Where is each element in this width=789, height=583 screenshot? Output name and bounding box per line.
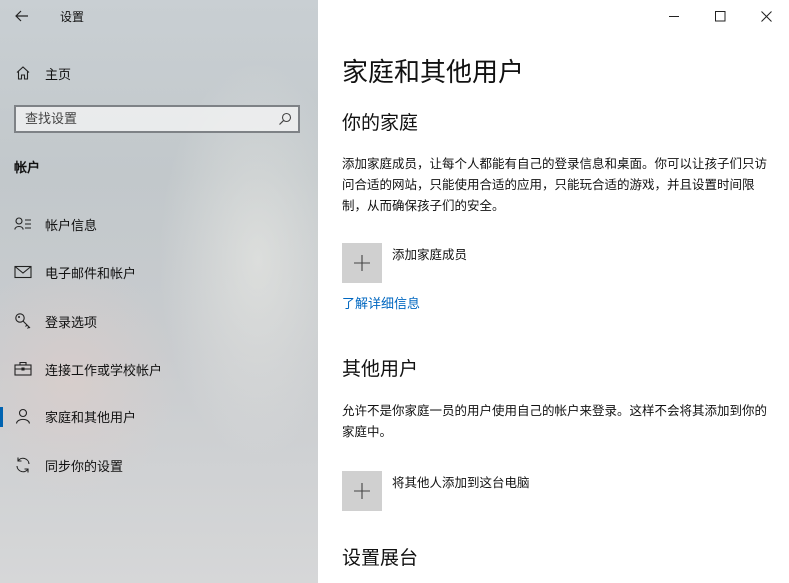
settings-window: 设置 主页 帐户	[0, 0, 789, 583]
home-icon	[13, 63, 33, 83]
add-family-member-label[interactable]: 添加家庭成员	[392, 244, 467, 263]
window-controls	[651, 0, 789, 32]
mail-icon	[13, 262, 33, 282]
sidebar-item-sign-in-options[interactable]: 登录选项	[0, 306, 318, 336]
minimize-icon	[668, 15, 679, 17]
sidebar-item-label: 同步你的设置	[45, 459, 124, 475]
title-bar-left: 设置	[0, 0, 318, 32]
sync-icon	[13, 455, 33, 475]
sidebar-item-label: 家庭和其他用户	[45, 410, 137, 426]
other-users-description: 允许不是你家庭一员的用户使用自己的帐户来登录。这样不会将其添加到你的家庭中。	[342, 403, 768, 439]
kiosk-heading: 设置展台	[342, 547, 419, 569]
back-button[interactable]	[0, 0, 44, 32]
family-heading: 你的家庭	[342, 112, 419, 134]
sidebar-item-account-info[interactable]: 帐户信息	[0, 209, 318, 239]
sidebar-item-sync-settings[interactable]: 同步你的设置	[0, 450, 318, 480]
plus-icon	[354, 255, 370, 271]
sidebar-item-label: 登录选项	[45, 315, 98, 331]
search-box[interactable]	[14, 105, 300, 133]
sidebar-item-label: 帐户信息	[45, 218, 98, 234]
add-other-user-label[interactable]: 将其他人添加到这台电脑	[392, 472, 530, 491]
sidebar-item-family-other-users[interactable]: 家庭和其他用户	[0, 401, 318, 431]
maximize-button[interactable]	[697, 0, 743, 32]
family-description: 添加家庭成员，让每个人都能有自己的登录信息和桌面。你可以让孩子们只访问合适的网站…	[342, 156, 768, 213]
nav-home-label: 主页	[45, 67, 72, 83]
search-input[interactable]	[16, 107, 272, 131]
add-other-user-button[interactable]	[342, 471, 382, 511]
nav-home[interactable]: 主页	[0, 58, 318, 88]
section-heading-accounts: 帐户	[14, 161, 41, 176]
page-title: 家庭和其他用户	[342, 58, 525, 88]
sidebar: 设置 主页 帐户	[0, 0, 318, 583]
account-info-icon	[13, 214, 33, 234]
minimize-button[interactable]	[651, 0, 697, 32]
back-arrow-icon	[15, 10, 28, 22]
main-content: 家庭和其他用户 你的家庭 添加家庭成员，让每个人都能有自己的登录信息和桌面。你可…	[318, 0, 789, 583]
key-icon	[13, 311, 33, 331]
app-title: 设置	[60, 9, 85, 24]
learn-more-link[interactable]: 了解详细信息	[342, 293, 420, 312]
plus-icon	[354, 483, 370, 499]
sidebar-item-label: 连接工作或学校帐户	[45, 363, 163, 379]
maximize-icon	[714, 10, 725, 21]
close-button[interactable]	[743, 0, 789, 32]
sidebar-item-email-accounts[interactable]: 电子邮件和帐户	[0, 257, 318, 287]
close-icon	[760, 10, 772, 22]
other-users-heading: 其他用户	[342, 358, 419, 380]
sidebar-item-label: 电子邮件和帐户	[45, 266, 137, 282]
search-icon[interactable]	[272, 107, 298, 131]
sidebar-item-work-school[interactable]: 连接工作或学校帐户	[0, 354, 318, 384]
briefcase-icon	[13, 359, 33, 379]
add-family-member-button[interactable]	[342, 243, 382, 283]
person-icon	[13, 406, 33, 426]
